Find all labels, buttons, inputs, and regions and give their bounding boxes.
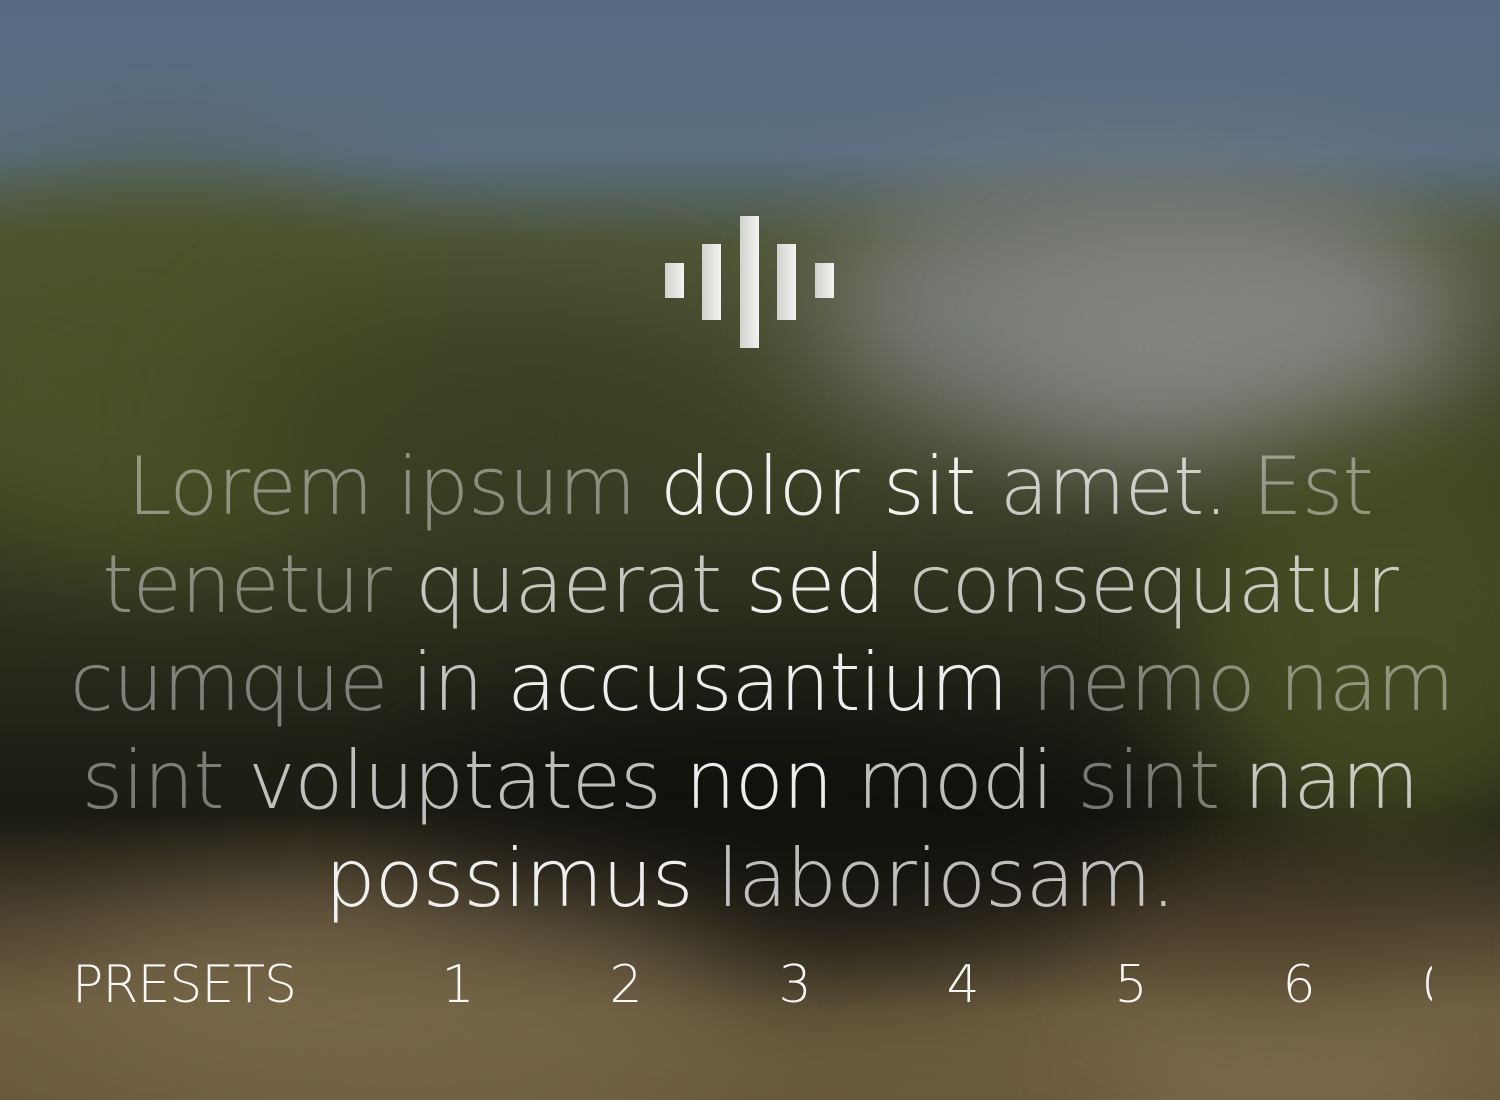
lyrics-text: Lorem ipsum dolor sit amet. Est tenetur q… [70, 438, 1455, 928]
lyrics-word: dolor [659, 440, 860, 533]
preset-button-6[interactable]: 6 [1269, 950, 1329, 1020]
preset-button-3[interactable]: 3 [765, 950, 825, 1020]
waveform-bar [815, 263, 834, 298]
lyrics-word: sint [1077, 734, 1220, 827]
waveform-bar [665, 263, 684, 298]
waveform-bar [740, 216, 759, 348]
lyrics-word: laboriosam. [716, 832, 1176, 925]
lyrics-line: sint voluptates non modi sint nam [70, 732, 1430, 830]
lyrics-word: ipsum [397, 440, 636, 533]
lyrics-word: quaerat [415, 538, 722, 631]
lyrics-word: amet. [999, 440, 1229, 533]
lyrics-word: modi [856, 734, 1054, 827]
waveform-bar [702, 244, 721, 320]
lyrics-word: possimus [324, 832, 694, 925]
lyrics-word: sit [883, 440, 976, 533]
preset-button-partial[interactable]: 0 [1408, 950, 1432, 1020]
lyrics-word: consequatur [908, 538, 1399, 631]
lyrics-line: Lorem ipsum dolor sit amet. Est [70, 438, 1430, 536]
lyrics-word: accusantium [507, 636, 1008, 729]
preset-button-4[interactable]: 4 [933, 950, 993, 1020]
lyrics-word: non [685, 734, 833, 827]
audio-waveform-icon [665, 216, 835, 348]
preset-button-1[interactable]: 1 [428, 950, 488, 1020]
lyrics-word: tenetur [102, 538, 391, 631]
lyrics-line: cumque in accusantium nemo nam [70, 634, 1455, 732]
lyrics-line: tenetur quaerat sed consequatur [70, 536, 1430, 634]
lyrics-word: in [411, 636, 484, 729]
preset-button-2[interactable]: 2 [596, 950, 656, 1020]
presets-label: PRESETS [72, 955, 297, 1015]
lyrics-word: sed [745, 538, 886, 631]
lyrics-word: nam [1279, 636, 1455, 729]
presets-bar: PRESETS 1 2 3 4 5 6 0 [0, 950, 1432, 1020]
lyrics-word: Est [1252, 440, 1374, 533]
lyrics-word: sint [81, 734, 225, 827]
preset-button-5[interactable]: 5 [1101, 950, 1161, 1020]
lyrics-line: possimus laboriosam. [70, 830, 1430, 928]
lyrics-word: voluptates [248, 734, 662, 827]
lyrics-word: nam [1243, 734, 1420, 827]
lyrics-word: Lorem [127, 440, 373, 533]
lyrics-word: cumque [70, 636, 388, 729]
waveform-bar [777, 244, 796, 320]
lyrics-word: nemo [1031, 636, 1256, 729]
